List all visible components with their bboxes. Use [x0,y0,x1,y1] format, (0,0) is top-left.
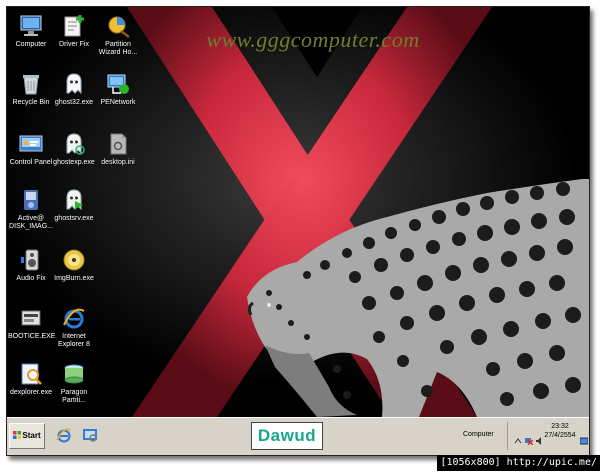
desktop-icon-recycle-bin[interactable]: Recycle Bin [8,71,54,107]
partition-wizard-icon [105,13,131,39]
desktop-icon-ghost32[interactable]: ghost32.exe [51,71,97,107]
desktop-icon-computer[interactable]: Computer [8,13,54,49]
desktop-icon-active-disk-image[interactable]: Active@ DISK_IMAG... [8,187,54,231]
icon-label: Paragon Partiti... [60,389,88,404]
control-panel-icon [18,131,44,157]
screen-frame: www.gggcomputer.com Computer Recycle Bin… [6,6,590,456]
icon-label: Control Panel [9,159,53,166]
desktop-icon-audio-fix[interactable]: Audio Fix [8,247,54,283]
icon-label: Computer [15,41,47,48]
icon-label: BOOTICE.EXE [8,333,56,340]
desktop-icon-paragon[interactable]: Paragon Partiti... [51,361,97,405]
desktop-icon-bootice[interactable]: BOOTICE.EXE [8,305,56,341]
icon-label: dexplorer.exe [9,389,53,396]
desktop-icon-internet-explorer[interactable]: Internet Explorer 8 [51,305,97,349]
network-icon[interactable] [525,432,534,446]
ghost-icon [61,131,87,157]
dexplorer-icon [18,361,44,387]
taskbar-item-computer[interactable]: Computer [463,424,505,446]
imgburn-icon [61,247,87,273]
quicklaunch-internet-explorer-icon[interactable] [55,426,73,444]
internet-explorer-icon [61,305,87,331]
desktop-icon-dexplorer[interactable]: dexplorer.exe [8,361,54,397]
icon-label: ghost32.exe [54,99,94,106]
paragon-icon [61,361,87,387]
recycle-bin-icon [18,71,44,97]
ghost-icon [61,187,87,213]
desktop-icon-imgburn[interactable]: ImgBurn.exe [51,247,97,283]
ini-file-icon [105,131,131,157]
driver-fix-icon [61,13,87,39]
icon-label: ghostsrv.exe [54,215,94,222]
icon-label: Partition Wizard Ho... [98,41,138,56]
start-button[interactable]: Start [9,423,45,449]
desktop[interactable]: www.gggcomputer.com Computer Recycle Bin… [7,7,589,417]
desktop-icon-driver-fix[interactable]: Driver Fix [51,13,97,49]
clock-time: 23:32 [551,423,569,430]
desktop-icon-control-panel[interactable]: Control Panel [8,131,54,167]
desktop-icon-ghostsrv[interactable]: ghostsrv.exe [51,187,97,223]
disk-image-icon [18,187,44,213]
audio-fix-icon [18,247,44,273]
penetwork-icon [105,71,131,97]
clock[interactable]: 23:32 27/4/2554 [543,422,577,440]
start-label: Start [22,431,41,440]
computer-icon [18,13,44,39]
ghost-icon [61,71,87,97]
icon-label: Recycle Bin [12,99,50,106]
windows-flag-icon [13,425,22,439]
bootice-icon [18,305,44,331]
desktop-icon-ghostexp[interactable]: ghostexp.exe [51,131,97,167]
icon-label: ghostexp.exe [53,159,95,166]
icon-label: Active@ DISK_IMAG... [9,215,53,230]
chevron-up-icon[interactable] [514,432,522,444]
icon-label: desktop.ini [101,159,135,166]
icon-label: PENetwork [100,99,136,106]
icon-label: Audio Fix [16,275,46,282]
icon-label: ImgBurn.exe [54,275,94,282]
desktop-icon-desktop-ini[interactable]: desktop.ini [95,131,141,167]
desktop-icon-partition-wizard[interactable]: Partition Wizard Ho... [95,13,141,57]
watermark-text: www.gggcomputer.com [206,27,420,52]
taskbar: Start Dawud Computer 23:32 27/4/2554 [7,417,589,455]
icon-label: Driver Fix [59,41,89,48]
desktop-icon-penetwork[interactable]: PENetwork [95,71,141,107]
brand-logo: Dawud [251,422,323,450]
show-desktop-icon[interactable] [579,432,589,445]
quicklaunch-explorer-icon[interactable] [81,426,99,444]
image-credit: [1056x800] http://upic.me/ [437,455,600,471]
clock-date: 27/4/2554 [544,432,576,439]
icon-label: Internet Explorer 8 [58,333,90,348]
